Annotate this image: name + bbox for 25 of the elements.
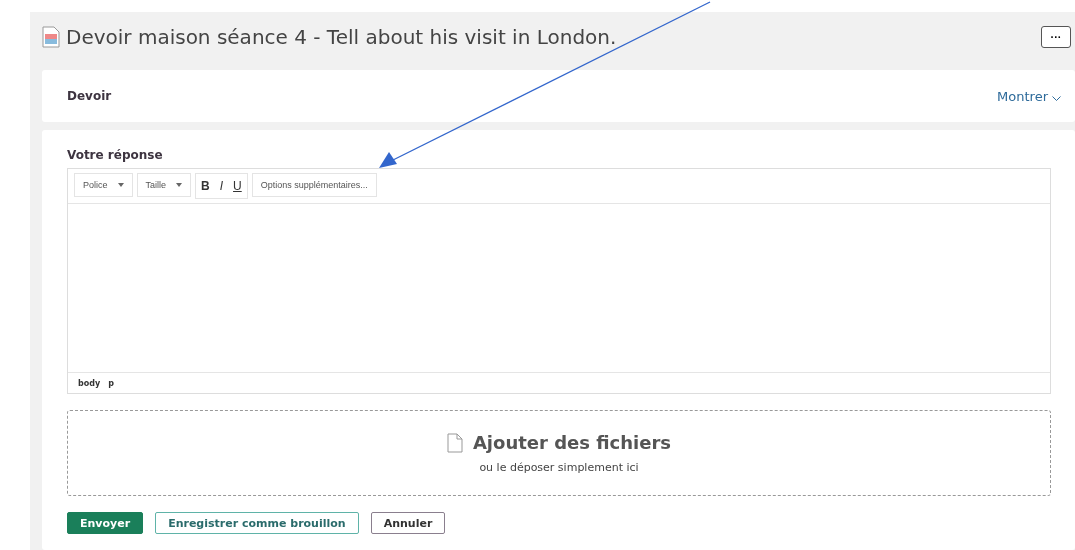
show-link[interactable]: Montrer [997, 88, 1061, 104]
upload-hint: ou le déposer simplement ici [479, 461, 639, 474]
section-label: Votre réponse [67, 148, 164, 162]
file-icon [446, 432, 463, 453]
dropdown-button[interactable]: Police [74, 173, 133, 197]
chevron-down-icon [1052, 95, 1061, 101]
action-button[interactable]: Enregistrer comme brouillon [155, 512, 359, 534]
more-button[interactable]: ··· [1041, 26, 1071, 48]
format-button[interactable]: I [214, 179, 229, 193]
action-button[interactable]: Annuler [370, 512, 446, 534]
format-button[interactable]: U [228, 179, 247, 193]
action-button[interactable]: Envoyer [67, 512, 144, 534]
format-button[interactable]: B [196, 179, 215, 193]
more-options-button[interactable]: Options supplémentaires... [251, 173, 377, 197]
caret-icon [117, 183, 124, 187]
element-path[interactable]: p [108, 378, 114, 388]
dropdown-button[interactable]: Taille [136, 173, 192, 197]
element-path[interactable]: body [78, 378, 101, 388]
file-drop-zone[interactable]: Ajouter des fichiers ou le déposer simplement ici [67, 410, 1051, 496]
upload-title: Ajouter des fichiers [472, 432, 672, 453]
caret-icon [176, 183, 183, 187]
text-editor[interactable]: Police Taille B I U Options supplémentaires... body p [67, 168, 1051, 394]
section-label: Devoir [67, 89, 112, 103]
page-title: Devoir maison séance 4 - Tell about his visit in London. [66, 25, 618, 49]
document-icon [42, 26, 60, 48]
